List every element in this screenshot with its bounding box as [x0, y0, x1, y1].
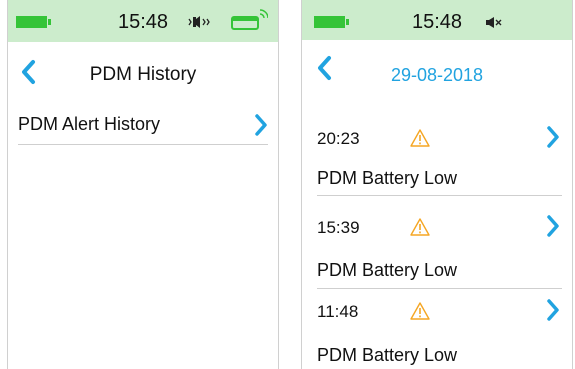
battery-icon: [314, 16, 349, 28]
nav-bar: PDM History: [8, 42, 278, 104]
alert-item[interactable]: 20:23 PDM Battery Low: [302, 110, 572, 200]
alert-history-detail-screen: 15:48 29-08-2018 20:23 PDM Battery Low 1…: [301, 0, 573, 369]
warning-icon: [410, 218, 430, 236]
alert-message: PDM Battery Low: [317, 168, 458, 188]
warning-icon: [410, 302, 430, 320]
alert-item[interactable]: 15:39 PDM Battery Low: [302, 200, 572, 290]
menu-item-label: PDM Alert History: [18, 114, 161, 134]
alert-time: 11:48: [317, 302, 359, 321]
battery-icon: [16, 16, 51, 28]
status-bar: 15:48: [8, 0, 278, 42]
divider: [317, 288, 562, 289]
alert-message: PDM Battery Low: [317, 345, 458, 365]
alert-item[interactable]: 11:48 PDM Battery Low: [302, 290, 572, 369]
date-title: 29-08-2018: [390, 65, 484, 85]
divider: [317, 195, 562, 196]
alert-time: 15:39: [317, 218, 360, 237]
chevron-right-icon[interactable]: [254, 114, 268, 136]
status-bar: 15:48: [302, 0, 572, 40]
chevron-right-icon[interactable]: [546, 126, 560, 148]
pod-signal-icon: [231, 9, 268, 30]
status-time: 15:48: [118, 11, 169, 33]
status-time: 15:48: [412, 11, 463, 33]
page-title: PDM History: [89, 64, 197, 85]
alert-time: 20:23: [317, 129, 360, 148]
alert-message: PDM Battery Low: [317, 260, 458, 280]
chevron-right-icon[interactable]: [546, 299, 560, 321]
vibrate-icon: [188, 16, 210, 28]
pdm-history-screen: 15:48 PDM History PDM Alert History: [7, 0, 279, 369]
menu-item-pdm-alert-history[interactable]: PDM Alert History: [18, 104, 268, 145]
warning-icon: [410, 129, 430, 147]
chevron-right-icon[interactable]: [546, 215, 560, 237]
nav-bar: 29-08-2018: [302, 40, 572, 100]
speaker-muted-icon: [486, 17, 502, 28]
